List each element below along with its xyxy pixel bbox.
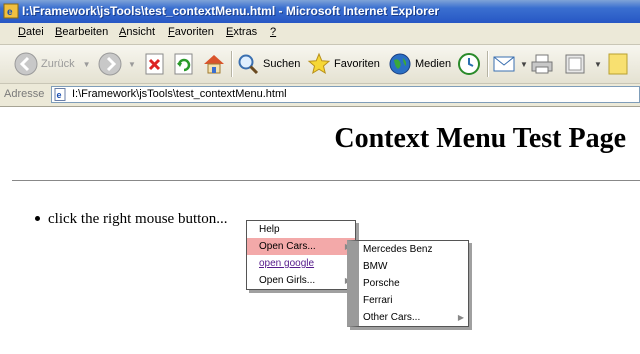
printer-icon bbox=[531, 54, 553, 74]
history-button[interactable] bbox=[457, 50, 481, 78]
context-menu-item-open-cars[interactable]: Open Cars...▶ bbox=[247, 238, 355, 255]
address-value: I:\Framework\jsTools\test_contextMenu.ht… bbox=[72, 88, 287, 100]
refresh-button[interactable] bbox=[173, 50, 195, 78]
favorites-label: Favoriten bbox=[334, 58, 380, 70]
media-globe-icon bbox=[389, 53, 411, 75]
menu-accel: ? bbox=[270, 26, 277, 38]
cars-submenu: Mercedes Benz BMW Porsche Ferrari Other … bbox=[347, 240, 469, 327]
toolbar-separator bbox=[487, 51, 489, 77]
window-titlebar[interactable]: e I:\Framework\jsTools\test_contextMenu.… bbox=[0, 0, 640, 23]
menu-item-label: BMW bbox=[363, 261, 388, 272]
address-label: Adresse bbox=[4, 88, 45, 100]
page-icon: e bbox=[54, 88, 66, 101]
menu-label: xtras bbox=[233, 26, 258, 38]
dropdown-arrow-icon[interactable]: ▼ bbox=[128, 60, 136, 69]
menu-item-label: Other Cars... bbox=[363, 312, 421, 323]
menu-ansicht[interactable]: Ansicht bbox=[119, 26, 155, 38]
mail-button[interactable]: ▼ bbox=[492, 50, 528, 78]
menu-label: earbeiten bbox=[62, 26, 109, 38]
submenu-arrow-icon: ▶ bbox=[457, 313, 464, 322]
star-icon bbox=[307, 52, 331, 75]
print-button[interactable] bbox=[530, 50, 554, 78]
forward-arrow-icon bbox=[98, 52, 122, 76]
back-label: Zurück bbox=[41, 58, 75, 70]
media-button[interactable]: Medien bbox=[388, 50, 451, 78]
forward-button[interactable]: ▼ bbox=[98, 50, 136, 78]
menu-bearbeiten[interactable]: Bearbeiten bbox=[55, 26, 108, 38]
standard-toolbar: Zurück ▼ ▼ Suchen Favoriten Medien ▼ ▼ bbox=[0, 45, 640, 84]
history-icon bbox=[458, 53, 480, 75]
menu-item-label: Ferrari bbox=[363, 295, 393, 306]
favorites-button[interactable]: Favoriten bbox=[307, 50, 380, 78]
menu-item-label: open google bbox=[259, 258, 315, 269]
svg-text:e: e bbox=[7, 7, 13, 18]
bullet-text: click the right mouse button... bbox=[48, 211, 228, 227]
edit-page-icon bbox=[565, 54, 585, 74]
refresh-icon bbox=[174, 53, 193, 75]
context-menu: Help Open Cars...▶ open google Open Girl… bbox=[246, 220, 356, 290]
menu-help[interactable]: ? bbox=[270, 26, 276, 38]
toolbar-separator bbox=[231, 51, 233, 77]
submenu-item-mercedes-benz[interactable]: Mercedes Benz bbox=[359, 241, 468, 258]
dropdown-arrow-icon[interactable]: ▼ bbox=[83, 60, 91, 69]
mail-envelope-icon bbox=[493, 56, 515, 72]
submenu-item-bmw[interactable]: BMW bbox=[359, 258, 468, 275]
menu-item-label: Porsche bbox=[363, 278, 400, 289]
messenger-button[interactable] bbox=[607, 50, 629, 78]
dropdown-arrow-icon[interactable]: ▼ bbox=[520, 60, 528, 69]
menu-item-label: Open Cars... bbox=[259, 241, 316, 252]
home-icon bbox=[204, 55, 224, 74]
menu-datei[interactable]: Datei bbox=[18, 26, 44, 38]
menu-accel: D bbox=[18, 26, 26, 38]
context-menu-item-open-google[interactable]: open google bbox=[247, 255, 355, 272]
menu-label: nsicht bbox=[126, 26, 156, 38]
menu-favoriten[interactable]: Favoriten bbox=[168, 26, 214, 38]
submenu-item-porsche[interactable]: Porsche bbox=[359, 275, 468, 292]
search-button[interactable]: Suchen bbox=[236, 50, 300, 78]
bullet-item: click the right mouse button... bbox=[35, 211, 228, 228]
note-icon bbox=[608, 53, 628, 75]
menu-item-label: Open Girls... bbox=[259, 275, 316, 286]
horizontal-rule bbox=[12, 180, 640, 181]
back-button[interactable]: Zurück ▼ bbox=[14, 50, 91, 78]
menu-label: atei bbox=[25, 26, 44, 38]
menu-label: avoriten bbox=[174, 26, 214, 38]
context-menu-item-help[interactable]: Help bbox=[247, 221, 355, 238]
stop-icon bbox=[145, 53, 164, 75]
address-input[interactable]: e I:\Framework\jsTools\test_contextMenu.… bbox=[51, 86, 640, 103]
internet-explorer-icon: e bbox=[3, 3, 19, 19]
submenu-item-ferrari[interactable]: Ferrari bbox=[359, 292, 468, 309]
svg-text:e: e bbox=[57, 90, 62, 100]
context-menu-item-open-girls[interactable]: Open Girls...▶ bbox=[247, 272, 355, 289]
menu-accel: F bbox=[168, 26, 175, 38]
edit-button[interactable]: ▼ bbox=[564, 50, 602, 78]
stop-button[interactable] bbox=[144, 50, 166, 78]
home-button[interactable] bbox=[202, 50, 226, 78]
bullet-dot-icon bbox=[35, 216, 40, 222]
menu-extras[interactable]: Extras bbox=[226, 26, 257, 38]
menu-item-label: Mercedes Benz bbox=[363, 244, 433, 255]
submenu-item-other-cars[interactable]: Other Cars... ▶ bbox=[359, 309, 468, 326]
menu-item-label: Help bbox=[259, 224, 280, 235]
page-heading: Context Menu Test Page bbox=[334, 123, 626, 154]
back-arrow-icon bbox=[14, 52, 38, 76]
menu-bar: Datei Bearbeiten Ansicht Favoriten Extra… bbox=[0, 23, 640, 45]
media-label: Medien bbox=[415, 58, 452, 70]
dropdown-arrow-icon[interactable]: ▼ bbox=[594, 60, 602, 69]
window-title: I:\Framework\jsTools\test_contextMenu.ht… bbox=[22, 4, 440, 18]
search-label: Suchen bbox=[263, 58, 301, 70]
address-bar: Adresse e I:\Framework\jsTools\test_cont… bbox=[0, 84, 640, 107]
search-icon bbox=[238, 54, 259, 75]
